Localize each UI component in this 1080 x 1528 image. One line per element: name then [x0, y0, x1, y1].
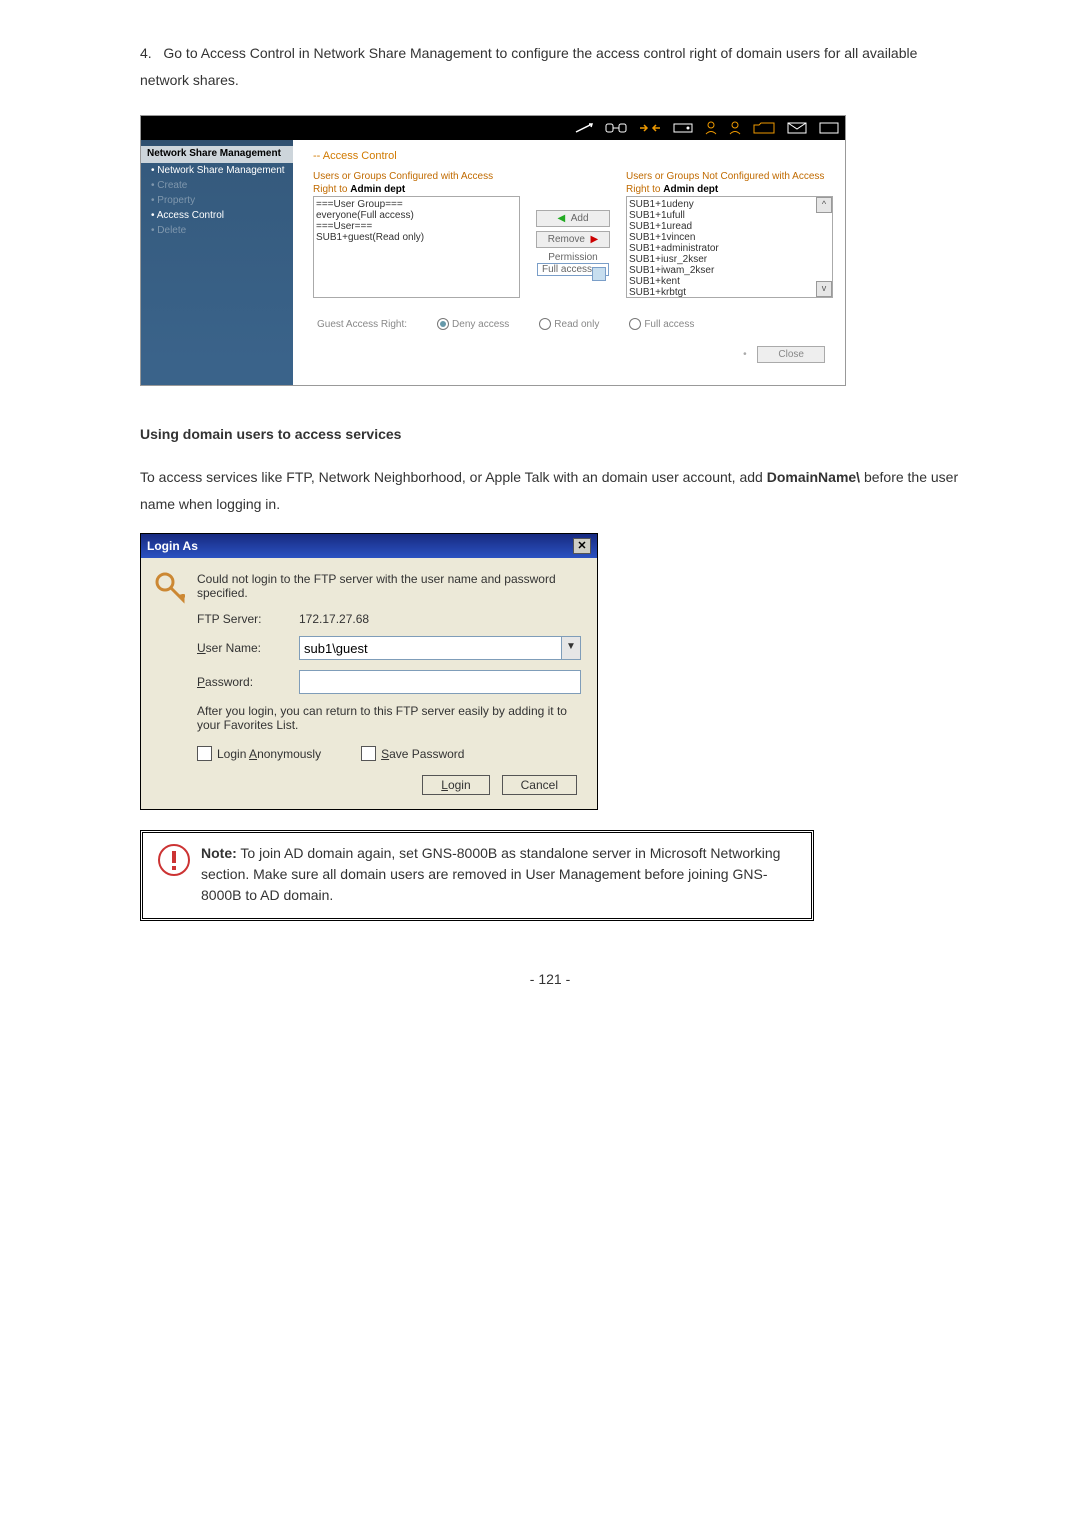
mail-icon[interactable] [787, 121, 807, 135]
list-item[interactable]: SUB1+iwam_2kser [629, 265, 830, 276]
login-button[interactable]: Login [422, 775, 489, 795]
guest-access-label: Guest Access Right: [317, 319, 407, 330]
access-control-window: Network Share Management • Network Share… [140, 115, 846, 386]
page-number: - 121 - [140, 971, 960, 987]
dropdown-icon[interactable]: ▼ [562, 636, 581, 660]
anon-checkbox[interactable]: Login Anonymously [197, 746, 321, 761]
section-title: -- Access Control [313, 150, 833, 162]
instruction-paragraph: To access services like FTP, Network Nei… [140, 464, 960, 517]
list-item[interactable]: ===User Group=== [316, 199, 517, 210]
login-hint: After you login, you can return to this … [197, 704, 581, 732]
list-item[interactable]: SUB1+krbtgt [629, 287, 830, 298]
step-text: Go to Access Control in Network Share Ma… [140, 45, 917, 88]
list-item[interactable]: SUB1+kent [629, 276, 830, 287]
sidebar-item-property[interactable]: • Property [141, 193, 293, 208]
guest-access-row: Guest Access Right: Deny access Read onl… [313, 312, 833, 336]
tool-icon[interactable] [575, 121, 593, 135]
step-4: 4. Go to Access Control in Network Share… [140, 40, 960, 93]
cancel-button[interactable]: Cancel [502, 775, 577, 795]
list-item[interactable]: SUB1+1udeny [629, 199, 830, 210]
sidebar-item-create[interactable]: • Create [141, 178, 293, 193]
remove-button[interactable]: Remove ▶ [536, 231, 610, 248]
sidebar-item-nsm[interactable]: • Network Share Management [141, 163, 293, 178]
password-label: Password: [197, 675, 287, 689]
warning-icon [157, 843, 191, 883]
user-name-input[interactable] [299, 636, 562, 660]
sidebar-item-access-control[interactable]: • Access Control [141, 208, 293, 223]
radio-read[interactable]: Read only [539, 318, 599, 330]
screen-icon[interactable] [819, 121, 839, 135]
ftp-server-label: FTP Server: [197, 612, 287, 626]
not-configured-list[interactable]: ^ v SUB1+1udeny SUB1+1ufull SUB1+1uread … [626, 196, 833, 298]
permission-block: Permission Full access [537, 252, 609, 276]
right-head: Users or Groups Not Configured with Acce… [626, 170, 833, 196]
content: -- Access Control Users or Groups Config… [293, 140, 845, 385]
left-head: Users or Groups Configured with Access R… [313, 170, 520, 196]
scroll-up-icon[interactable]: ^ [816, 197, 832, 213]
save-checkbox[interactable]: Save Password [361, 746, 464, 761]
list-item[interactable]: SUB1+1uread [629, 221, 830, 232]
sidebar: Network Share Management • Network Share… [141, 140, 293, 385]
toolbar [141, 116, 845, 140]
arrows-icon[interactable] [639, 121, 661, 135]
user-name-label: User Name: [197, 641, 287, 655]
ftp-server-value: 172.17.27.68 [299, 612, 369, 626]
group-icon[interactable] [729, 121, 741, 135]
sub-heading: Using domain users to access services [140, 426, 960, 442]
list-item[interactable]: everyone(Full access) [316, 210, 517, 221]
key-icon [155, 572, 187, 795]
close-icon[interactable]: ✕ [573, 538, 591, 554]
list-item[interactable]: SUB1+1vincen [629, 232, 830, 243]
folder-icon[interactable] [753, 121, 775, 135]
permission-select[interactable]: Full access [537, 263, 609, 276]
step-number: 4. [140, 45, 152, 61]
configured-list[interactable]: ===User Group=== everyone(Full access) =… [313, 196, 520, 298]
list-item[interactable]: SUB1+guest(Read only) [316, 232, 517, 243]
disk-icon[interactable] [673, 121, 693, 135]
login-title-bar: Login As ✕ [141, 534, 597, 558]
list-item[interactable]: SUB1+administrator [629, 243, 830, 254]
note-text: Note: To join AD domain again, set GNS-8… [201, 843, 797, 906]
permission-label: Permission [537, 252, 609, 263]
add-button[interactable]: ◀ Add [536, 210, 610, 227]
close-button[interactable]: Close [757, 346, 825, 363]
list-item[interactable]: SUB1+1ufull [629, 210, 830, 221]
list-item[interactable]: ===User=== [316, 221, 517, 232]
note-box: Note: To join AD domain again, set GNS-8… [140, 830, 814, 921]
sidebar-item-delete[interactable]: • Delete [141, 223, 293, 238]
scroll-down-icon[interactable]: v [816, 281, 832, 297]
radio-full[interactable]: Full access [629, 318, 694, 330]
login-dialog: Login As ✕ Could not login to the FTP se… [140, 533, 598, 810]
radio-deny[interactable]: Deny access [437, 318, 509, 330]
login-title: Login As [147, 539, 198, 553]
list-item[interactable]: SUB1+iusr_2kser [629, 254, 830, 265]
login-message: Could not login to the FTP server with t… [197, 572, 581, 600]
password-input[interactable] [299, 670, 581, 694]
user-icon[interactable] [705, 121, 717, 135]
sidebar-title: Network Share Management [141, 146, 293, 163]
link-icon[interactable] [605, 121, 627, 135]
